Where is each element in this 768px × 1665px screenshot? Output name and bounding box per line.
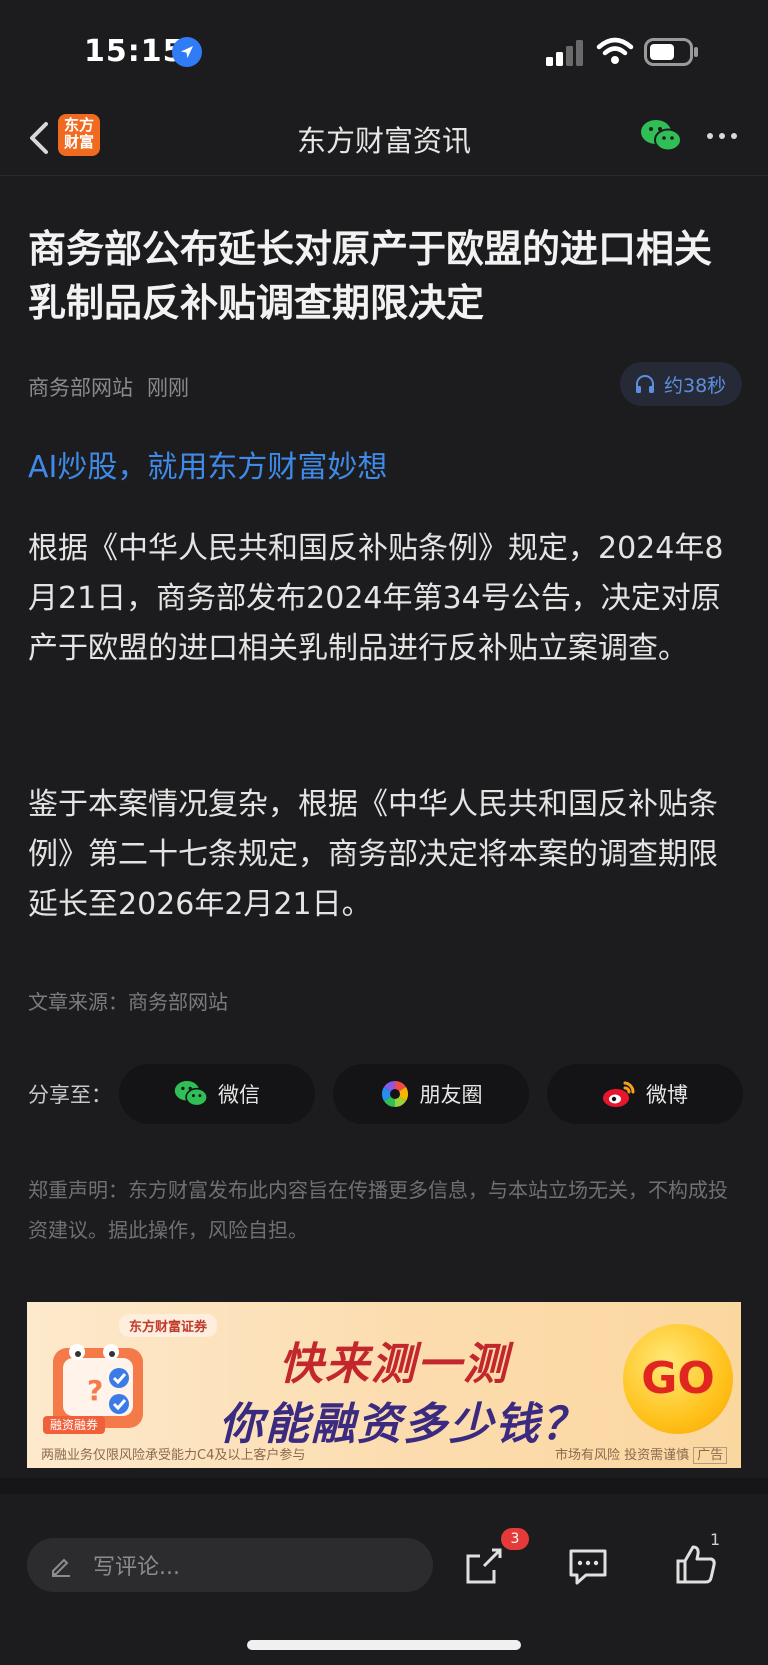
share-label: 分享至：: [28, 1083, 112, 1107]
listen-audio-button[interactable]: 约38秒: [620, 362, 742, 406]
more-options-icon[interactable]: [704, 126, 740, 146]
location-arrow-icon: [172, 37, 202, 67]
ad-banner[interactable]: ? 融资融券 东方财富证券 快来测一测 你能融资多少钱？ GO 两融业务仅限风险…: [27, 1302, 741, 1468]
comment-placeholder: 写评论...: [93, 1555, 180, 1580]
battery-icon: [644, 38, 698, 66]
moments-icon: [381, 1080, 408, 1108]
svg-text:?: ?: [87, 1374, 103, 1407]
banner-icon-label: 融资融券: [50, 1417, 98, 1432]
article-paragraph: 鉴于本案情况复杂，根据《中华人民共和国反补贴条例》第二十七条规定，商务部决定将本…: [28, 787, 718, 922]
headphones-icon: [636, 375, 654, 393]
article-time: 刚刚: [147, 376, 189, 400]
cellular-signal-icon: [546, 40, 583, 66]
audio-duration: 约38秒: [664, 374, 727, 397]
share-moments-label: 朋友圈: [419, 1083, 483, 1107]
share-wechat-label: 微信: [218, 1083, 260, 1107]
banner-go-button[interactable]: GO: [623, 1324, 733, 1434]
share-weibo-label: 微博: [646, 1083, 688, 1107]
disclaimer: 郑重声明：东方财富发布此内容旨在传播更多信息，与本站立场无关，不构成投资建议。据…: [28, 1178, 728, 1242]
pencil-icon: [52, 1558, 70, 1577]
bottom-separator: [0, 1478, 768, 1494]
banner-footnote-left: 两融业务仅限风险承受能力C4及以上客户参与: [41, 1448, 306, 1463]
wechat-share-icon[interactable]: [640, 118, 682, 154]
ad-tag: 广告: [693, 1447, 728, 1464]
share-wechat-button[interactable]: 微信: [119, 1064, 315, 1124]
promo-link[interactable]: AI炒股，就用东方财富妙想: [28, 442, 387, 486]
banner-headline-2: 你能融资多少钱？: [219, 1399, 587, 1450]
article-meta: 商务部网站 刚刚: [28, 372, 189, 402]
comments-icon[interactable]: [566, 1544, 610, 1588]
share-icon[interactable]: [462, 1544, 506, 1588]
weibo-icon: [603, 1081, 635, 1107]
wifi-icon: [596, 37, 634, 64]
banner-headline-1: 快来测一测: [279, 1339, 509, 1390]
banner-risk-note: 市场有风险 投资需谨慎: [555, 1448, 690, 1463]
home-indicator: [247, 1640, 521, 1650]
article-source-name: 商务部网站: [28, 376, 133, 400]
share-count-badge: 3: [501, 1528, 529, 1550]
article-title: 商务部公布延长对原产于欧盟的进口相关乳制品反补贴调查期限决定: [28, 227, 713, 325]
article-paragraph: 根据《中华人民共和国反补贴条例》规定，2024年8月21日，商务部发布2024年…: [28, 531, 724, 666]
status-time: 15:15: [84, 34, 185, 69]
comment-input[interactable]: 写评论...: [27, 1538, 433, 1592]
share-moments-button[interactable]: 朋友圈: [333, 1064, 529, 1124]
banner-footnote-right: 市场有风险 投资需谨慎 广告: [555, 1444, 728, 1464]
calendar-checklist-icon: ? 融资融券: [43, 1344, 143, 1434]
article-source-line: 文章来源：商务部网站: [28, 990, 228, 1014]
share-weibo-button[interactable]: 微博: [547, 1064, 743, 1124]
banner-brand: 东方财富证券: [119, 1314, 218, 1337]
like-count: 1: [710, 1530, 721, 1549]
status-bar: 15:15: [0, 0, 768, 100]
wechat-icon: [174, 1081, 208, 1107]
